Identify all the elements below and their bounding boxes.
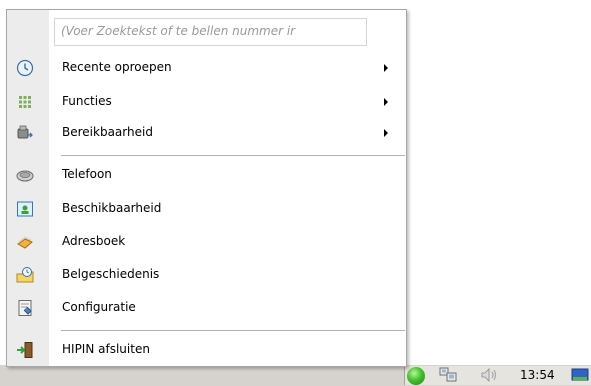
- menu-item-bereikbaarheid[interactable]: Bereikbaarheid: [8, 119, 405, 146]
- grid-icon: [19, 96, 31, 108]
- volume-icon[interactable]: [480, 366, 500, 384]
- menu-item-label: Functies: [62, 94, 112, 108]
- telephone-icon: [16, 170, 34, 182]
- menu-item-label: Beschikbaarheid: [62, 201, 162, 215]
- menu-item-label: Adresboek: [62, 234, 126, 248]
- call-history-icon: [16, 267, 34, 283]
- menu-separator: [61, 330, 405, 331]
- show-desktop-icon[interactable]: [571, 367, 589, 383]
- menu-item-label: Bereikbaarheid: [62, 125, 153, 139]
- clock-icon: [16, 59, 34, 77]
- menu-item-belgeschiedenis[interactable]: Belgeschiedenis: [8, 261, 405, 288]
- configuration-icon: [18, 300, 32, 316]
- address-book-icon: [17, 236, 33, 249]
- search-box[interactable]: [54, 18, 367, 46]
- network-icon[interactable]: [438, 366, 458, 384]
- menu-item-label: Telefoon: [62, 167, 112, 181]
- submenu-arrow-icon: [384, 64, 388, 72]
- menu-item-functies[interactable]: Functies: [8, 88, 405, 115]
- status-indicator-icon[interactable]: [407, 367, 425, 385]
- menu-item-configuratie[interactable]: Configuratie: [8, 294, 405, 321]
- menu-item-telefoon[interactable]: Telefoon: [8, 161, 405, 188]
- menu-item-label: HIPIN afsluiten: [62, 342, 150, 356]
- submenu-arrow-icon: [384, 129, 388, 137]
- menu-item-label: Belgeschiedenis: [62, 267, 160, 281]
- menu-item-recente-oproepen[interactable]: Recente oproepen: [8, 54, 405, 81]
- submenu-arrow-icon: [384, 98, 388, 106]
- phone-forward-icon: [17, 125, 33, 139]
- exit-door-icon: [17, 342, 33, 358]
- menu-item-hipin-afsluiten[interactable]: HIPIN afsluiten: [8, 336, 405, 363]
- menu-item-beschikbaarheid[interactable]: Beschikbaarheid: [8, 195, 405, 222]
- menu-separator: [61, 155, 405, 156]
- menu-item-label: Configuratie: [62, 300, 136, 314]
- context-menu: Recente oproepen Functies Bereikbaarheid: [6, 9, 407, 367]
- menu-item-adresboek[interactable]: Adresboek: [8, 228, 405, 255]
- presence-card-icon: [17, 201, 33, 217]
- tray-clock[interactable]: 13:54: [520, 368, 555, 382]
- search-input[interactable]: [55, 19, 366, 43]
- menu-item-label: Recente oproepen: [62, 60, 172, 74]
